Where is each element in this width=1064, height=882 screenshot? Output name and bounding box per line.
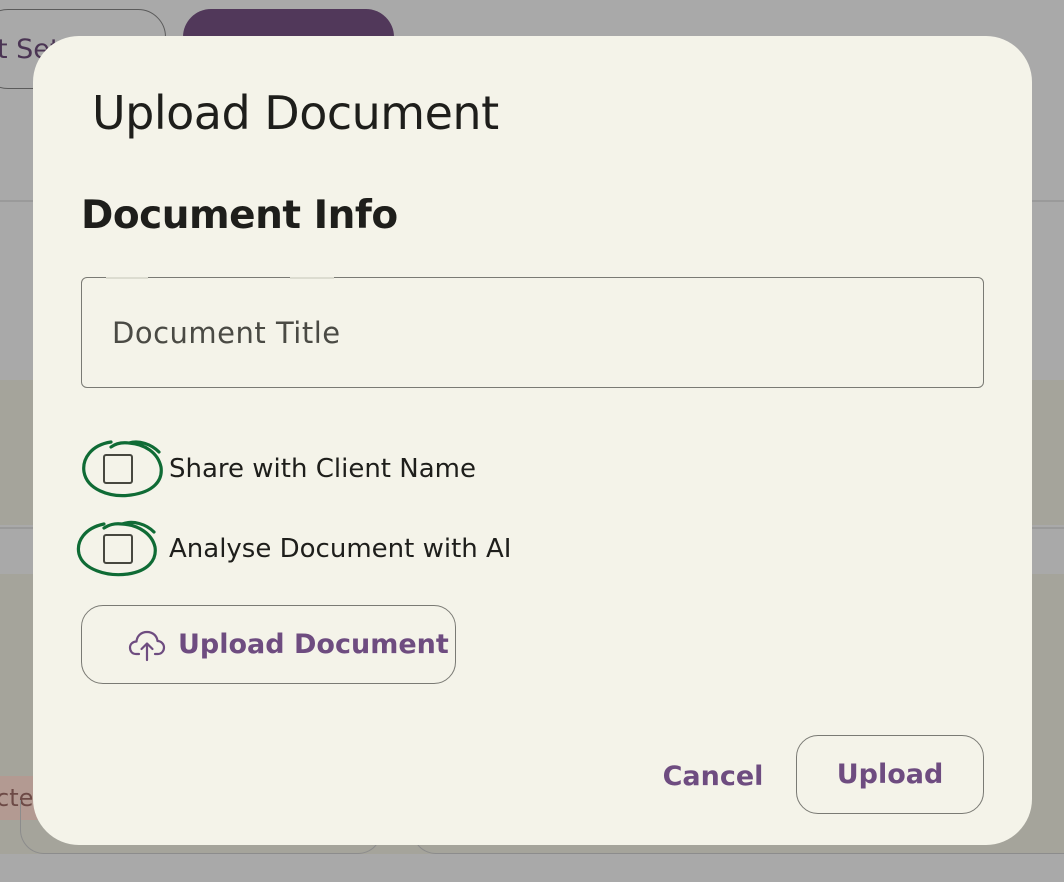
analyse-with-ai-checkbox[interactable]	[103, 534, 133, 564]
upload-document-button[interactable]: Upload Document	[81, 605, 456, 684]
share-with-client-label: Share with Client Name	[169, 454, 476, 484]
document-title-input[interactable]	[82, 278, 983, 387]
section-heading: Document Info	[81, 193, 398, 238]
share-with-client-row[interactable]: Share with Client Name	[81, 439, 476, 499]
document-title-field	[81, 276, 984, 388]
upload-document-button-label: Upload Document	[178, 629, 449, 660]
cancel-button[interactable]: Cancel	[653, 736, 773, 816]
share-with-client-checkbox-wrap	[81, 439, 165, 499]
dialog-title: Upload Document	[92, 86, 499, 140]
upload-document-dialog: Upload Document Document Info Share with…	[33, 36, 1032, 845]
analyse-with-ai-label: Analyse Document with AI	[169, 534, 512, 564]
cloud-upload-icon	[128, 628, 166, 662]
share-with-client-checkbox[interactable]	[103, 454, 133, 484]
analyse-with-ai-row[interactable]: Analyse Document with AI	[76, 519, 512, 579]
upload-button[interactable]: Upload	[796, 735, 984, 814]
analyse-with-ai-checkbox-wrap	[76, 519, 165, 579]
